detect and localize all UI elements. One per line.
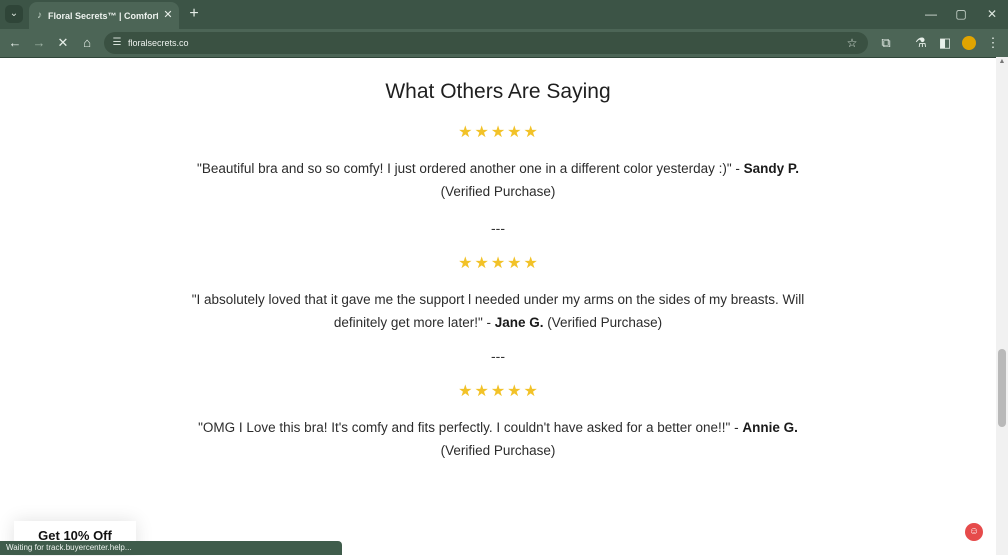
- review-separator: -: [482, 315, 495, 330]
- maximize-button[interactable]: ▢: [946, 3, 976, 25]
- review-verified: (Verified Purchase): [440, 443, 556, 458]
- chat-widget-button[interactable]: ☺: [965, 523, 983, 541]
- review-separator: -: [730, 420, 743, 435]
- tune-icon[interactable]: ☰: [110, 36, 124, 50]
- page-content: What Others Are Saying ★★★★★ "Beautiful …: [0, 57, 996, 556]
- tab-strip: ⌄ ♪ Floral Secrets™ | Comfort Rose ✕ + —…: [0, 0, 1008, 29]
- new-tab-button[interactable]: +: [186, 6, 202, 22]
- address-bar[interactable]: ☰ floralsecrets.co ☆: [104, 32, 868, 54]
- flask-icon: ⚗: [915, 35, 927, 50]
- star-icon[interactable]: ☆: [844, 35, 860, 51]
- back-arrow-icon: ←: [8, 35, 22, 50]
- reviews-heading: What Others Are Saying: [385, 80, 611, 103]
- review-verified: (Verified Purchase): [547, 315, 663, 330]
- url-text: floralsecrets.co: [128, 38, 189, 48]
- stop-loading-button[interactable]: ✕: [54, 34, 72, 52]
- review-1: "Beautiful bra and so so comfy! I just o…: [170, 157, 826, 203]
- plus-icon: +: [189, 5, 199, 22]
- review-verified: (Verified Purchase): [440, 184, 556, 199]
- scroll-up-arrow[interactable]: ▲: [996, 57, 1008, 67]
- tab-search-button[interactable]: ⌄: [5, 5, 23, 23]
- music-note-icon: ♪: [37, 10, 42, 21]
- review-3: "OMG I Love this bra! It's comfy and fit…: [170, 416, 826, 462]
- browser-tab[interactable]: ♪ Floral Secrets™ | Comfort Rose ✕: [29, 2, 179, 29]
- labs-button[interactable]: ⚗: [912, 34, 930, 52]
- minimize-button[interactable]: —: [916, 3, 946, 25]
- tab-close-button[interactable]: ✕: [161, 8, 175, 22]
- close-icon: ✕: [986, 7, 998, 21]
- chevron-down-icon: ⌄: [9, 8, 19, 19]
- more-vertical-icon: ⋮: [986, 35, 1000, 50]
- forward-button[interactable]: →: [30, 34, 48, 52]
- star-rating-1: ★★★★★: [458, 124, 540, 141]
- stop-icon: ✕: [57, 35, 69, 50]
- browser-toolbar: ← → ✕ ⌂ ☰ floralsecrets.co ☆ ⧉ ⚗ ◧ ⋮: [0, 29, 1008, 57]
- profile-avatar[interactable]: [962, 36, 976, 50]
- review-author: Annie G.: [742, 420, 798, 435]
- browser-menu-button[interactable]: ⋮: [984, 34, 1002, 52]
- page-scrollbar[interactable]: ▲: [996, 57, 1008, 555]
- review-author: Jane G.: [494, 315, 544, 330]
- review-divider: ---: [491, 220, 505, 236]
- minimize-icon: —: [925, 7, 937, 21]
- close-window-button[interactable]: ✕: [977, 3, 1007, 25]
- scrollbar-thumb[interactable]: [998, 349, 1006, 427]
- review-2: "I absolutely loved that it gave me the …: [170, 288, 826, 334]
- side-panel-icon: ◧: [938, 35, 952, 50]
- back-button[interactable]: ←: [6, 34, 24, 52]
- review-author: Sandy P.: [743, 161, 799, 176]
- maximize-icon: ▢: [955, 7, 967, 21]
- home-button[interactable]: ⌂: [78, 34, 96, 52]
- star-rating-2: ★★★★★: [458, 255, 540, 272]
- side-panel-button[interactable]: ◧: [936, 34, 954, 52]
- star-rating-3: ★★★★★: [458, 383, 540, 400]
- review-separator: -: [731, 161, 744, 176]
- tab-title: Floral Secrets™ | Comfort Rose: [48, 11, 158, 21]
- chat-icon: ☺: [968, 526, 980, 537]
- review-quote: "OMG I Love this bra! It's comfy and fit…: [198, 420, 731, 435]
- review-divider: ---: [491, 348, 505, 364]
- extensions-button[interactable]: ⧉: [877, 34, 895, 52]
- forward-arrow-icon: →: [32, 35, 46, 50]
- review-quote: "Beautiful bra and so so comfy! I just o…: [197, 161, 732, 176]
- home-icon: ⌂: [83, 35, 91, 50]
- status-bar: Waiting for track.buyercenter.help...: [0, 541, 342, 555]
- puzzle-icon: ⧉: [881, 35, 891, 50]
